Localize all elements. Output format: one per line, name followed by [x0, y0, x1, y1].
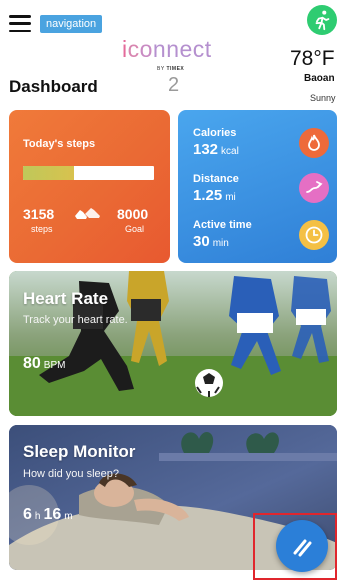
steps-progress-bar: [23, 166, 154, 180]
temperature: 78°F: [290, 47, 335, 70]
heart-rate-title: Heart Rate: [23, 289, 109, 308]
page-title: Dashboard: [9, 77, 98, 96]
sleep-duration-value: 6 h 16 m: [23, 506, 73, 523]
calories-value: 132 kcal: [193, 141, 239, 158]
flame-icon: [299, 128, 329, 158]
calories-label: Calories: [193, 127, 237, 139]
navigation-tag: navigation: [40, 15, 103, 33]
logo-subtitle: BY TIMEX: [157, 66, 185, 72]
stats-card[interactable]: Calories 132 kcal Distance 1.25 mi Active …: [178, 110, 337, 263]
goal-value: 8000: [117, 206, 149, 222]
page-indicator: 2: [168, 74, 180, 96]
steps-card-title: Today's steps: [23, 138, 96, 150]
goal-label: Goal: [125, 224, 145, 234]
steps-value: 3158: [23, 206, 55, 222]
active-time-label: Active time: [193, 219, 252, 231]
menu-icon[interactable]: [9, 15, 31, 32]
steps-card[interactable]: Today's steps 3158 steps 8000 Goal: [9, 110, 170, 263]
steps-label: steps: [31, 224, 53, 234]
sneakers-icon: [75, 208, 100, 219]
heart-rate-value: 80 BPM: [23, 355, 66, 372]
distance-value: 1.25 mi: [193, 187, 236, 204]
weather-condition: Sunny: [310, 93, 336, 103]
city-name: Baoan: [304, 73, 335, 84]
sleep-monitor-subtitle: How did you sleep?: [23, 468, 120, 480]
collapse-icon[interactable]: [276, 520, 328, 572]
running-person-icon[interactable]: [307, 5, 337, 35]
clock-icon: [299, 220, 329, 250]
heart-rate-card[interactable]: Heart Rate Track your heart rate. 80 BPM: [9, 271, 337, 416]
active-time-value: 30 min: [193, 233, 229, 250]
app-logo: iconnect: [122, 36, 212, 62]
heart-rate-subtitle: Track your heart rate.: [23, 314, 128, 326]
distance-label: Distance: [193, 173, 239, 185]
sleep-monitor-title: Sleep Monitor: [23, 442, 136, 461]
route-icon: [299, 173, 329, 203]
steps-progress-fill: [23, 166, 75, 180]
